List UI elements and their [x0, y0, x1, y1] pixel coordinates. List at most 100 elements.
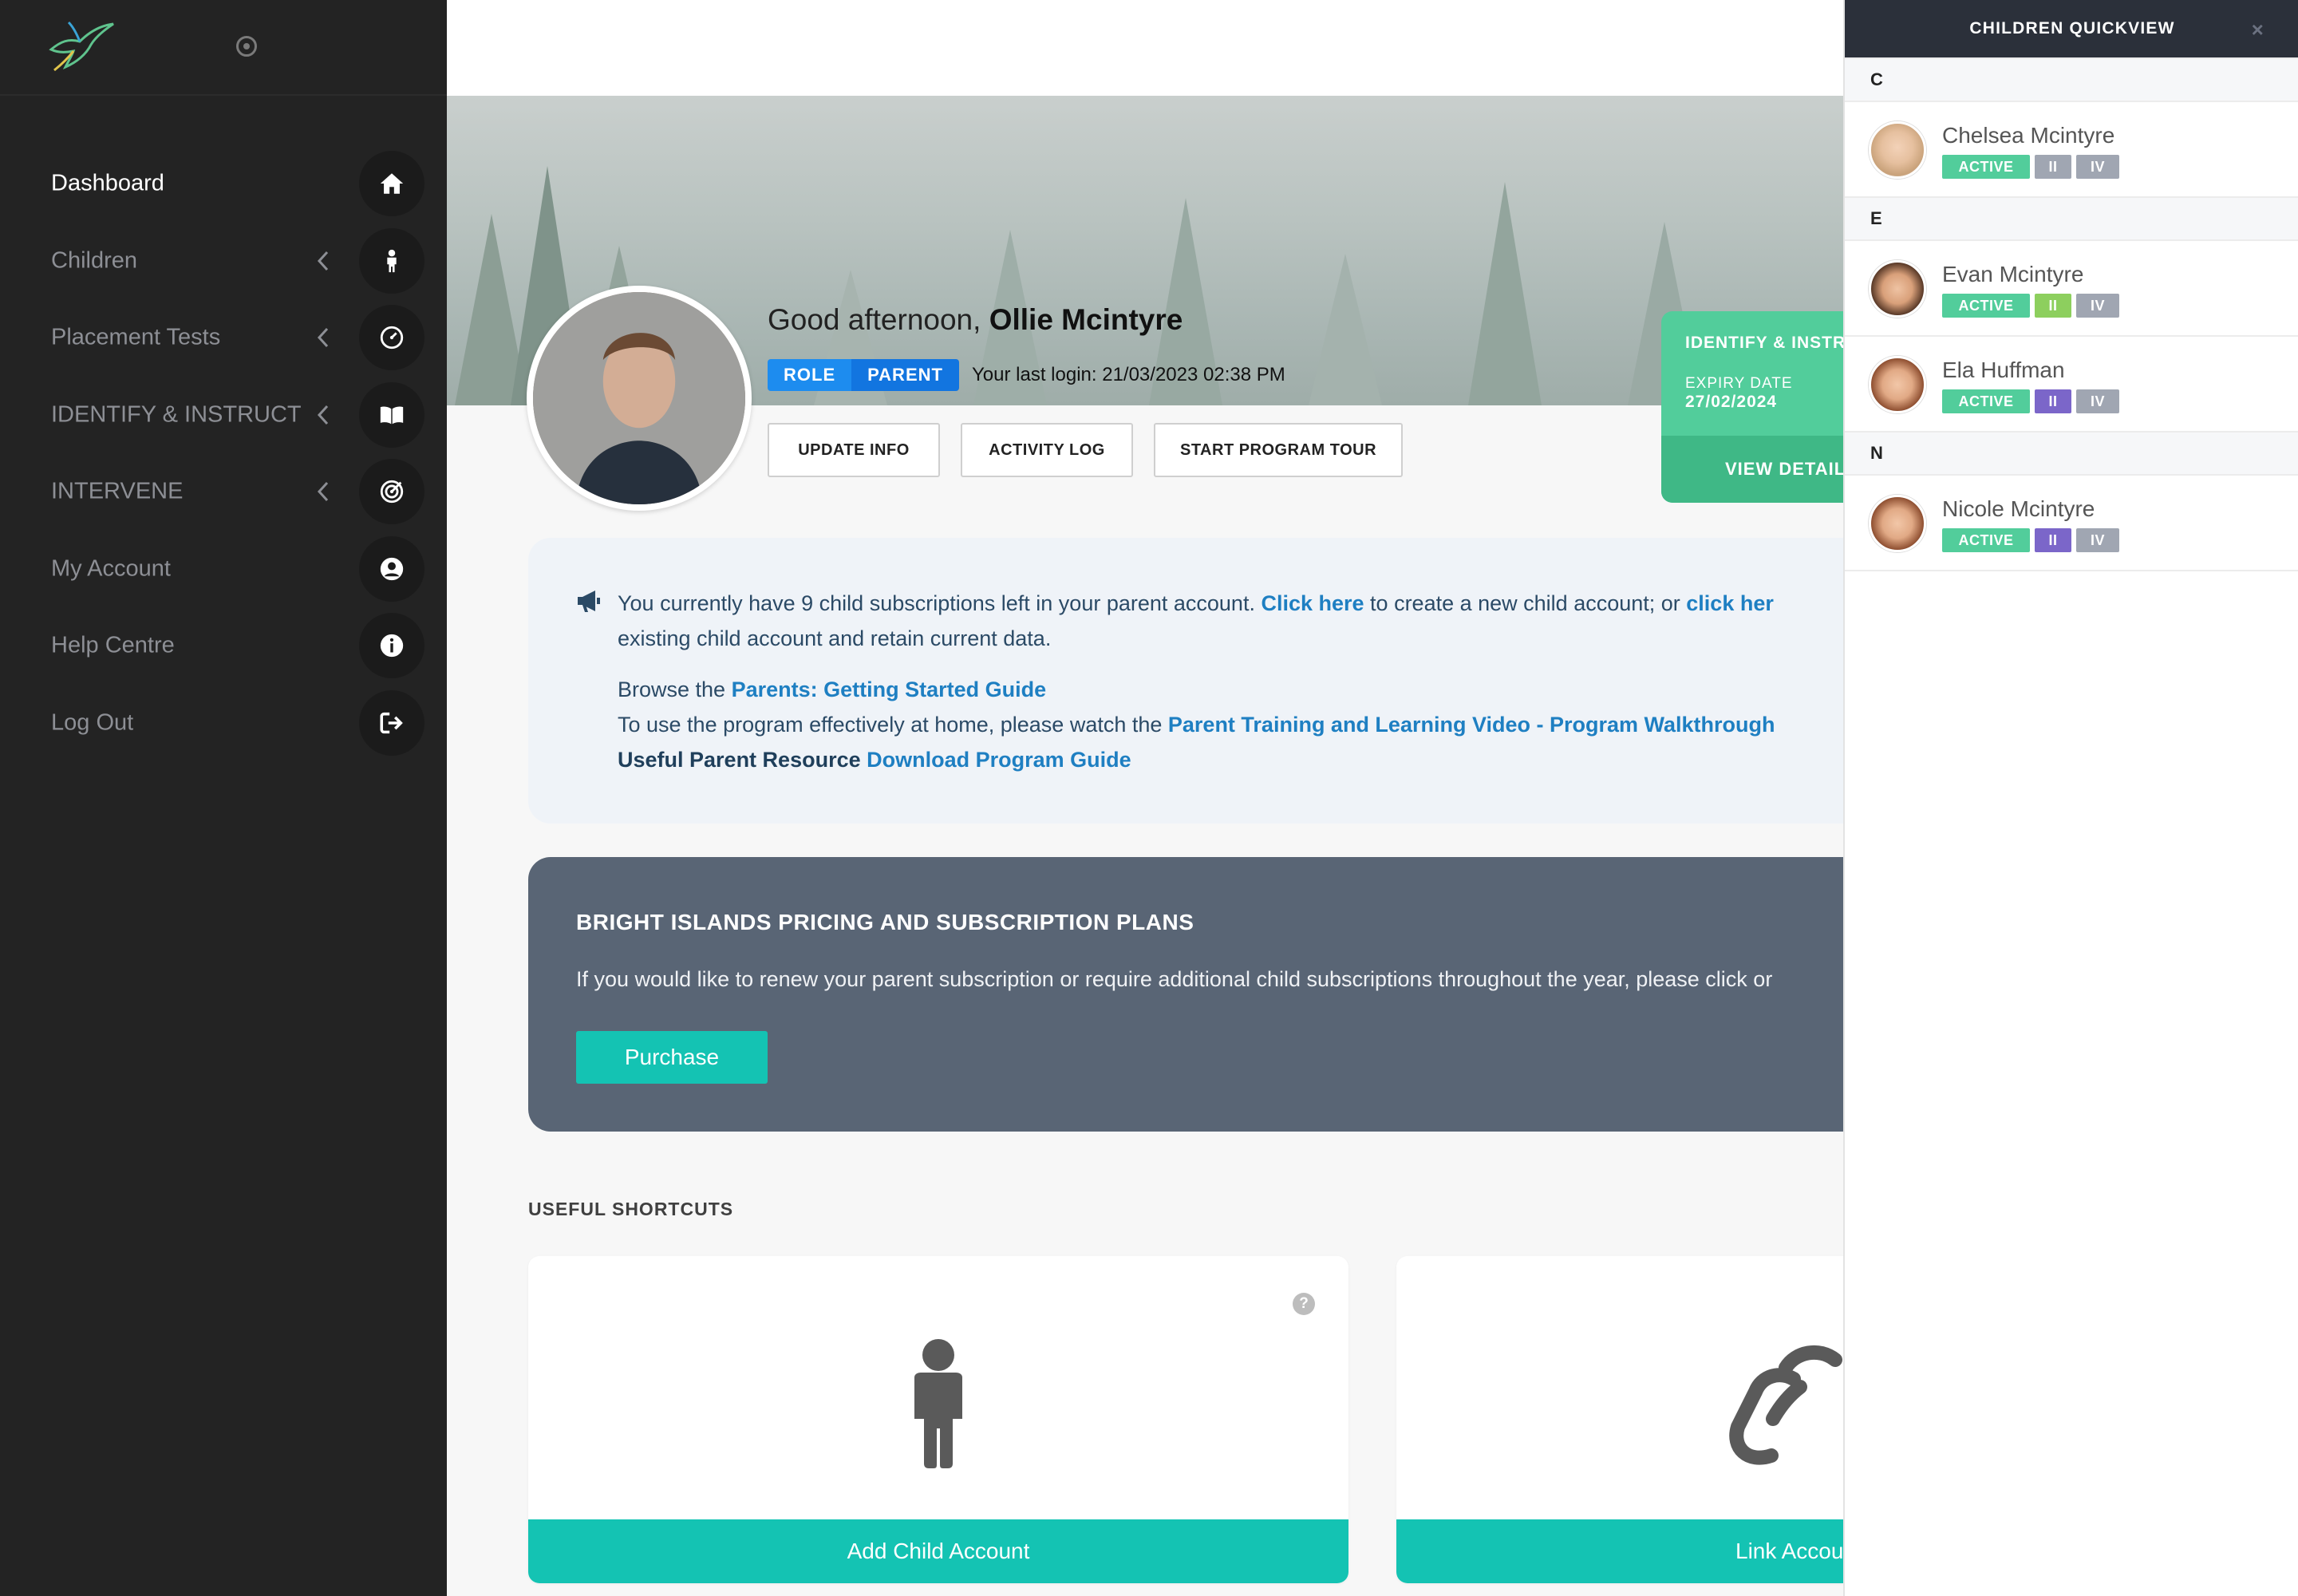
level-badge: IV	[2076, 294, 2119, 318]
download-guide-link[interactable]: Download Program Guide	[867, 748, 1131, 772]
child-list-item[interactable]: Nicole Mcintyre ACTIVE II IV	[1845, 476, 2298, 571]
chevron-left-icon	[317, 251, 329, 271]
info-box: You currently have 9 child subscriptions…	[528, 538, 1845, 824]
child-icon	[914, 1339, 962, 1468]
training-video-line: To use the program effectively at home, …	[618, 707, 1775, 742]
add-child-account-button[interactable]: Add Child Account	[528, 1519, 1348, 1583]
info-line-1: You currently have 9 child subscriptions…	[618, 586, 1774, 621]
role-value: PARENT	[851, 359, 959, 391]
link-existing-child-link[interactable]: click her	[1686, 591, 1774, 615]
start-program-tour-button[interactable]: START PROGRAM TOUR	[1154, 423, 1403, 477]
child-list-item[interactable]: Ela Huffman ACTIVE II IV	[1845, 337, 2298, 433]
getting-started-guide-link[interactable]: Parents: Getting Started Guide	[732, 678, 1047, 701]
info-text-part: You currently have 9 child subscriptions…	[618, 591, 1262, 615]
role-label: ROLE	[768, 359, 852, 391]
group-letter: N	[1845, 431, 2298, 476]
child-avatar	[1869, 495, 1926, 552]
sidebar-item-label: Log Out	[51, 709, 134, 736]
user-name: Ollie Mcintyre	[989, 303, 1183, 336]
info-icon	[359, 613, 424, 679]
child-icon	[359, 227, 424, 294]
info-text-part: To use the program effectively at home, …	[618, 713, 1168, 737]
sidebar-item-intervene[interactable]: INTERVENE	[0, 453, 447, 531]
megaphone-icon	[578, 591, 600, 612]
update-info-button[interactable]: UPDATE INFO	[768, 423, 940, 477]
book-icon	[359, 381, 424, 448]
banner-tree	[1468, 182, 1542, 405]
training-video-link[interactable]: Parent Training and Learning Video - Pro…	[1168, 713, 1775, 737]
help-icon[interactable]: ?	[1293, 1293, 1315, 1315]
sidebar-toggle-icon[interactable]	[236, 36, 257, 57]
view-details-button[interactable]: VIEW DETAIL	[1661, 436, 1843, 503]
child-name: Evan Mcintyre	[1942, 262, 2084, 286]
sidebar: Dashboard Children Placement Tests IDENT…	[0, 0, 447, 1596]
sidebar-item-dashboard[interactable]: Dashboard	[0, 145, 447, 223]
level-badge: II	[2035, 294, 2071, 318]
role-badge: ROLE PARENT	[768, 359, 959, 391]
pricing-title: BRIGHT ISLANDS PRICING AND SUBSCRIPTION …	[576, 910, 1194, 934]
sidebar-item-children[interactable]: Children	[0, 223, 447, 300]
resource-label: Useful Parent Resource	[618, 748, 867, 772]
sidebar-item-label: IDENTIFY & INSTRUCT	[51, 401, 302, 428]
child-name: Ela Huffman	[1942, 358, 2065, 382]
level-badge: IV	[2076, 528, 2119, 552]
sidebar-item-label: Children	[51, 247, 137, 274]
child-list-item[interactable]: Evan Mcintyre ACTIVE II IV	[1845, 241, 2298, 337]
profile-photo	[533, 292, 745, 504]
profile-avatar[interactable]	[527, 286, 752, 511]
quickview-header: CHILDREN QUICKVIEW ×	[1845, 0, 2298, 57]
greeting-prefix: Good afternoon,	[768, 303, 981, 336]
link-account-card[interactable]: Link Accou	[1396, 1256, 1843, 1583]
purchase-button[interactable]: Purchase	[576, 1031, 768, 1084]
sidebar-item-label: Dashboard	[51, 170, 164, 196]
expiry-label: EXPIRY DATE	[1685, 375, 1793, 392]
status-badge: ACTIVE	[1942, 528, 2030, 552]
child-list-item[interactable]: Chelsea Mcintyre ACTIVE II IV	[1845, 102, 2298, 198]
pricing-panel: BRIGHT ISLANDS PRICING AND SUBSCRIPTION …	[528, 857, 1845, 1132]
sidebar-item-placement-tests[interactable]: Placement Tests	[0, 299, 447, 377]
sidebar-item-label: Help Centre	[51, 632, 175, 658]
expiry-value: 27/02/2024	[1685, 393, 1778, 411]
child-avatar	[1869, 356, 1926, 413]
create-child-link[interactable]: Click here	[1261, 591, 1364, 615]
level-badge: IV	[2076, 155, 2119, 179]
target-icon	[359, 459, 424, 525]
add-child-card[interactable]: ? Add Child Account	[528, 1256, 1348, 1583]
hummingbird-logo-icon[interactable]	[45, 18, 116, 73]
child-name: Nicole Mcintyre	[1942, 496, 2095, 521]
sidebar-item-label: My Account	[51, 555, 171, 582]
browse-guide-line: Browse the Parents: Getting Started Guid…	[618, 672, 1046, 707]
level-badge: IV	[2076, 389, 2119, 413]
chevron-left-icon	[317, 405, 329, 425]
home-icon	[359, 151, 424, 217]
level-badge: II	[2035, 528, 2071, 552]
sidebar-header	[0, 0, 447, 96]
sidebar-nav: Dashboard Children Placement Tests IDENT…	[0, 145, 447, 761]
last-login: Your last login: 21/03/2023 02:38 PM	[972, 364, 1285, 385]
child-badges: ACTIVE II IV	[1942, 528, 2119, 552]
banner-tree	[1309, 254, 1382, 405]
info-text-part: to create a new child account; or	[1364, 591, 1687, 615]
close-icon[interactable]: ×	[2252, 18, 2264, 42]
status-badge: ACTIVE	[1942, 155, 2030, 179]
sidebar-item-my-account[interactable]: My Account	[0, 531, 447, 608]
status-badge: ACTIVE	[1942, 294, 2030, 318]
resource-line: Useful Parent Resource Download Program …	[618, 742, 1131, 777]
info-line-2: existing child account and retain curren…	[618, 626, 1052, 650]
group-letter: E	[1845, 196, 2298, 241]
activity-log-button[interactable]: ACTIVITY LOG	[961, 423, 1133, 477]
greeting-text: Good afternoon, Ollie Mcintyre	[768, 303, 1183, 337]
children-quickview-panel: CHILDREN QUICKVIEW × C Chelsea Mcintyre …	[1843, 0, 2298, 1596]
level-badge: II	[2035, 155, 2071, 179]
info-text-part: Browse the	[618, 678, 732, 701]
shortcuts-title: USEFUL SHORTCUTS	[528, 1199, 734, 1219]
child-badges: ACTIVE II IV	[1942, 294, 2119, 318]
sidebar-item-identify-instruct[interactable]: IDENTIFY & INSTRUCT	[0, 377, 447, 454]
link-account-button[interactable]: Link Accou	[1396, 1519, 1843, 1583]
quickview-title: CHILDREN QUICKVIEW	[1969, 19, 2175, 38]
top-bar	[447, 0, 1843, 96]
child-avatar	[1869, 260, 1926, 318]
level-badge: II	[2035, 389, 2071, 413]
sidebar-item-log-out[interactable]: Log Out	[0, 685, 447, 762]
sidebar-item-help-centre[interactable]: Help Centre	[0, 607, 447, 685]
